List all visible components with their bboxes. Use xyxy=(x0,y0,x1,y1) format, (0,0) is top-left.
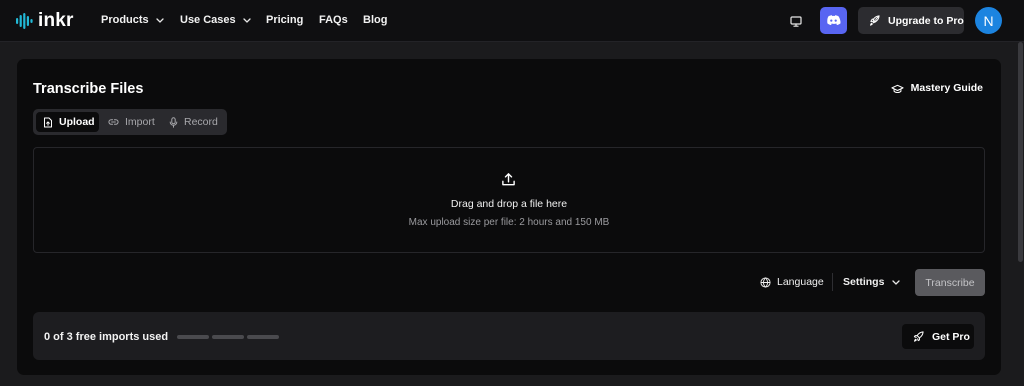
get-pro-label: Get Pro xyxy=(932,330,970,343)
user-avatar[interactable]: N xyxy=(975,7,1002,34)
file-upload-icon xyxy=(44,117,52,127)
mastery-guide-label: Mastery Guide xyxy=(910,82,983,94)
rocket-icon xyxy=(913,331,924,342)
usage-segment xyxy=(177,335,209,339)
link-icon xyxy=(108,119,119,125)
nav-faqs-label: FAQs xyxy=(319,14,348,26)
transcribe-label: Transcribe xyxy=(925,276,975,289)
nav-products[interactable]: Products xyxy=(101,13,164,27)
nav-products-label: Products xyxy=(101,14,149,26)
globe-icon xyxy=(760,277,771,288)
discord-button[interactable] xyxy=(820,7,847,34)
tab-record-label: Record xyxy=(184,116,218,128)
nav-blog[interactable]: Blog xyxy=(363,13,387,27)
chevron-down-icon xyxy=(892,280,901,285)
upgrade-to-pro-button[interactable]: Upgrade to Pro xyxy=(858,7,964,34)
source-tabs: Upload Import Record xyxy=(33,109,227,135)
nav-pricing[interactable]: Pricing xyxy=(266,13,303,27)
nav-use-cases-label: Use Cases xyxy=(180,14,236,26)
chevron-down-icon xyxy=(156,17,164,23)
get-pro-button[interactable]: Get Pro xyxy=(902,324,974,349)
language-label: Language xyxy=(777,276,824,288)
settings-dropdown[interactable]: Settings xyxy=(843,276,901,289)
scrollbar-thumb[interactable] xyxy=(1018,42,1023,262)
logo-mark-icon xyxy=(16,13,33,29)
file-dropzone[interactable]: Drag and drop a file here Max upload siz… xyxy=(33,147,985,253)
nav-use-cases[interactable]: Use Cases xyxy=(180,13,251,27)
tab-record[interactable]: Record xyxy=(162,112,224,132)
top-navbar: inkr Products Use Cases Pricing FAQs Blo… xyxy=(0,0,1024,42)
divider xyxy=(832,273,833,291)
logo-text: inkr xyxy=(38,10,74,31)
settings-label: Settings xyxy=(843,276,885,288)
rocket-icon xyxy=(869,15,880,26)
usage-segment xyxy=(212,335,244,339)
dropzone-title: Drag and drop a file here xyxy=(450,198,568,210)
tab-upload-label: Upload xyxy=(59,116,95,128)
monitor-icon xyxy=(790,15,802,27)
avatar-initial: N xyxy=(983,12,994,29)
page-title: Transcribe Files xyxy=(33,81,144,97)
chevron-down-icon xyxy=(243,17,251,23)
microphone-icon xyxy=(169,116,178,128)
transcribe-card: Transcribe Files Mastery Guide Upload Im… xyxy=(17,59,1001,375)
usage-segment xyxy=(247,335,279,339)
monitor-button[interactable] xyxy=(786,11,806,31)
free-imports-text: 0 of 3 free imports used xyxy=(44,331,169,343)
language-selector[interactable]: Language xyxy=(760,276,824,289)
discord-icon xyxy=(827,15,841,25)
tab-import[interactable]: Import xyxy=(101,112,161,132)
tab-import-label: Import xyxy=(125,116,155,128)
page-scrollbar[interactable] xyxy=(1017,42,1024,386)
upload-icon xyxy=(502,173,515,186)
transcribe-button[interactable]: Transcribe xyxy=(915,269,985,296)
mastery-guide-link[interactable]: Mastery Guide xyxy=(891,82,983,95)
upgrade-label: Upgrade to Pro xyxy=(888,14,964,27)
graduation-cap-icon xyxy=(891,84,904,93)
tab-upload[interactable]: Upload xyxy=(36,112,99,132)
nav-faqs[interactable]: FAQs xyxy=(319,13,348,27)
nav-blog-label: Blog xyxy=(363,14,388,26)
usage-bar: 0 of 3 free imports used Get Pro xyxy=(33,312,985,360)
nav-pricing-label: Pricing xyxy=(266,14,304,26)
dropzone-subtitle: Max upload size per file: 2 hours and 15… xyxy=(408,217,610,228)
logo[interactable]: inkr xyxy=(16,10,74,32)
